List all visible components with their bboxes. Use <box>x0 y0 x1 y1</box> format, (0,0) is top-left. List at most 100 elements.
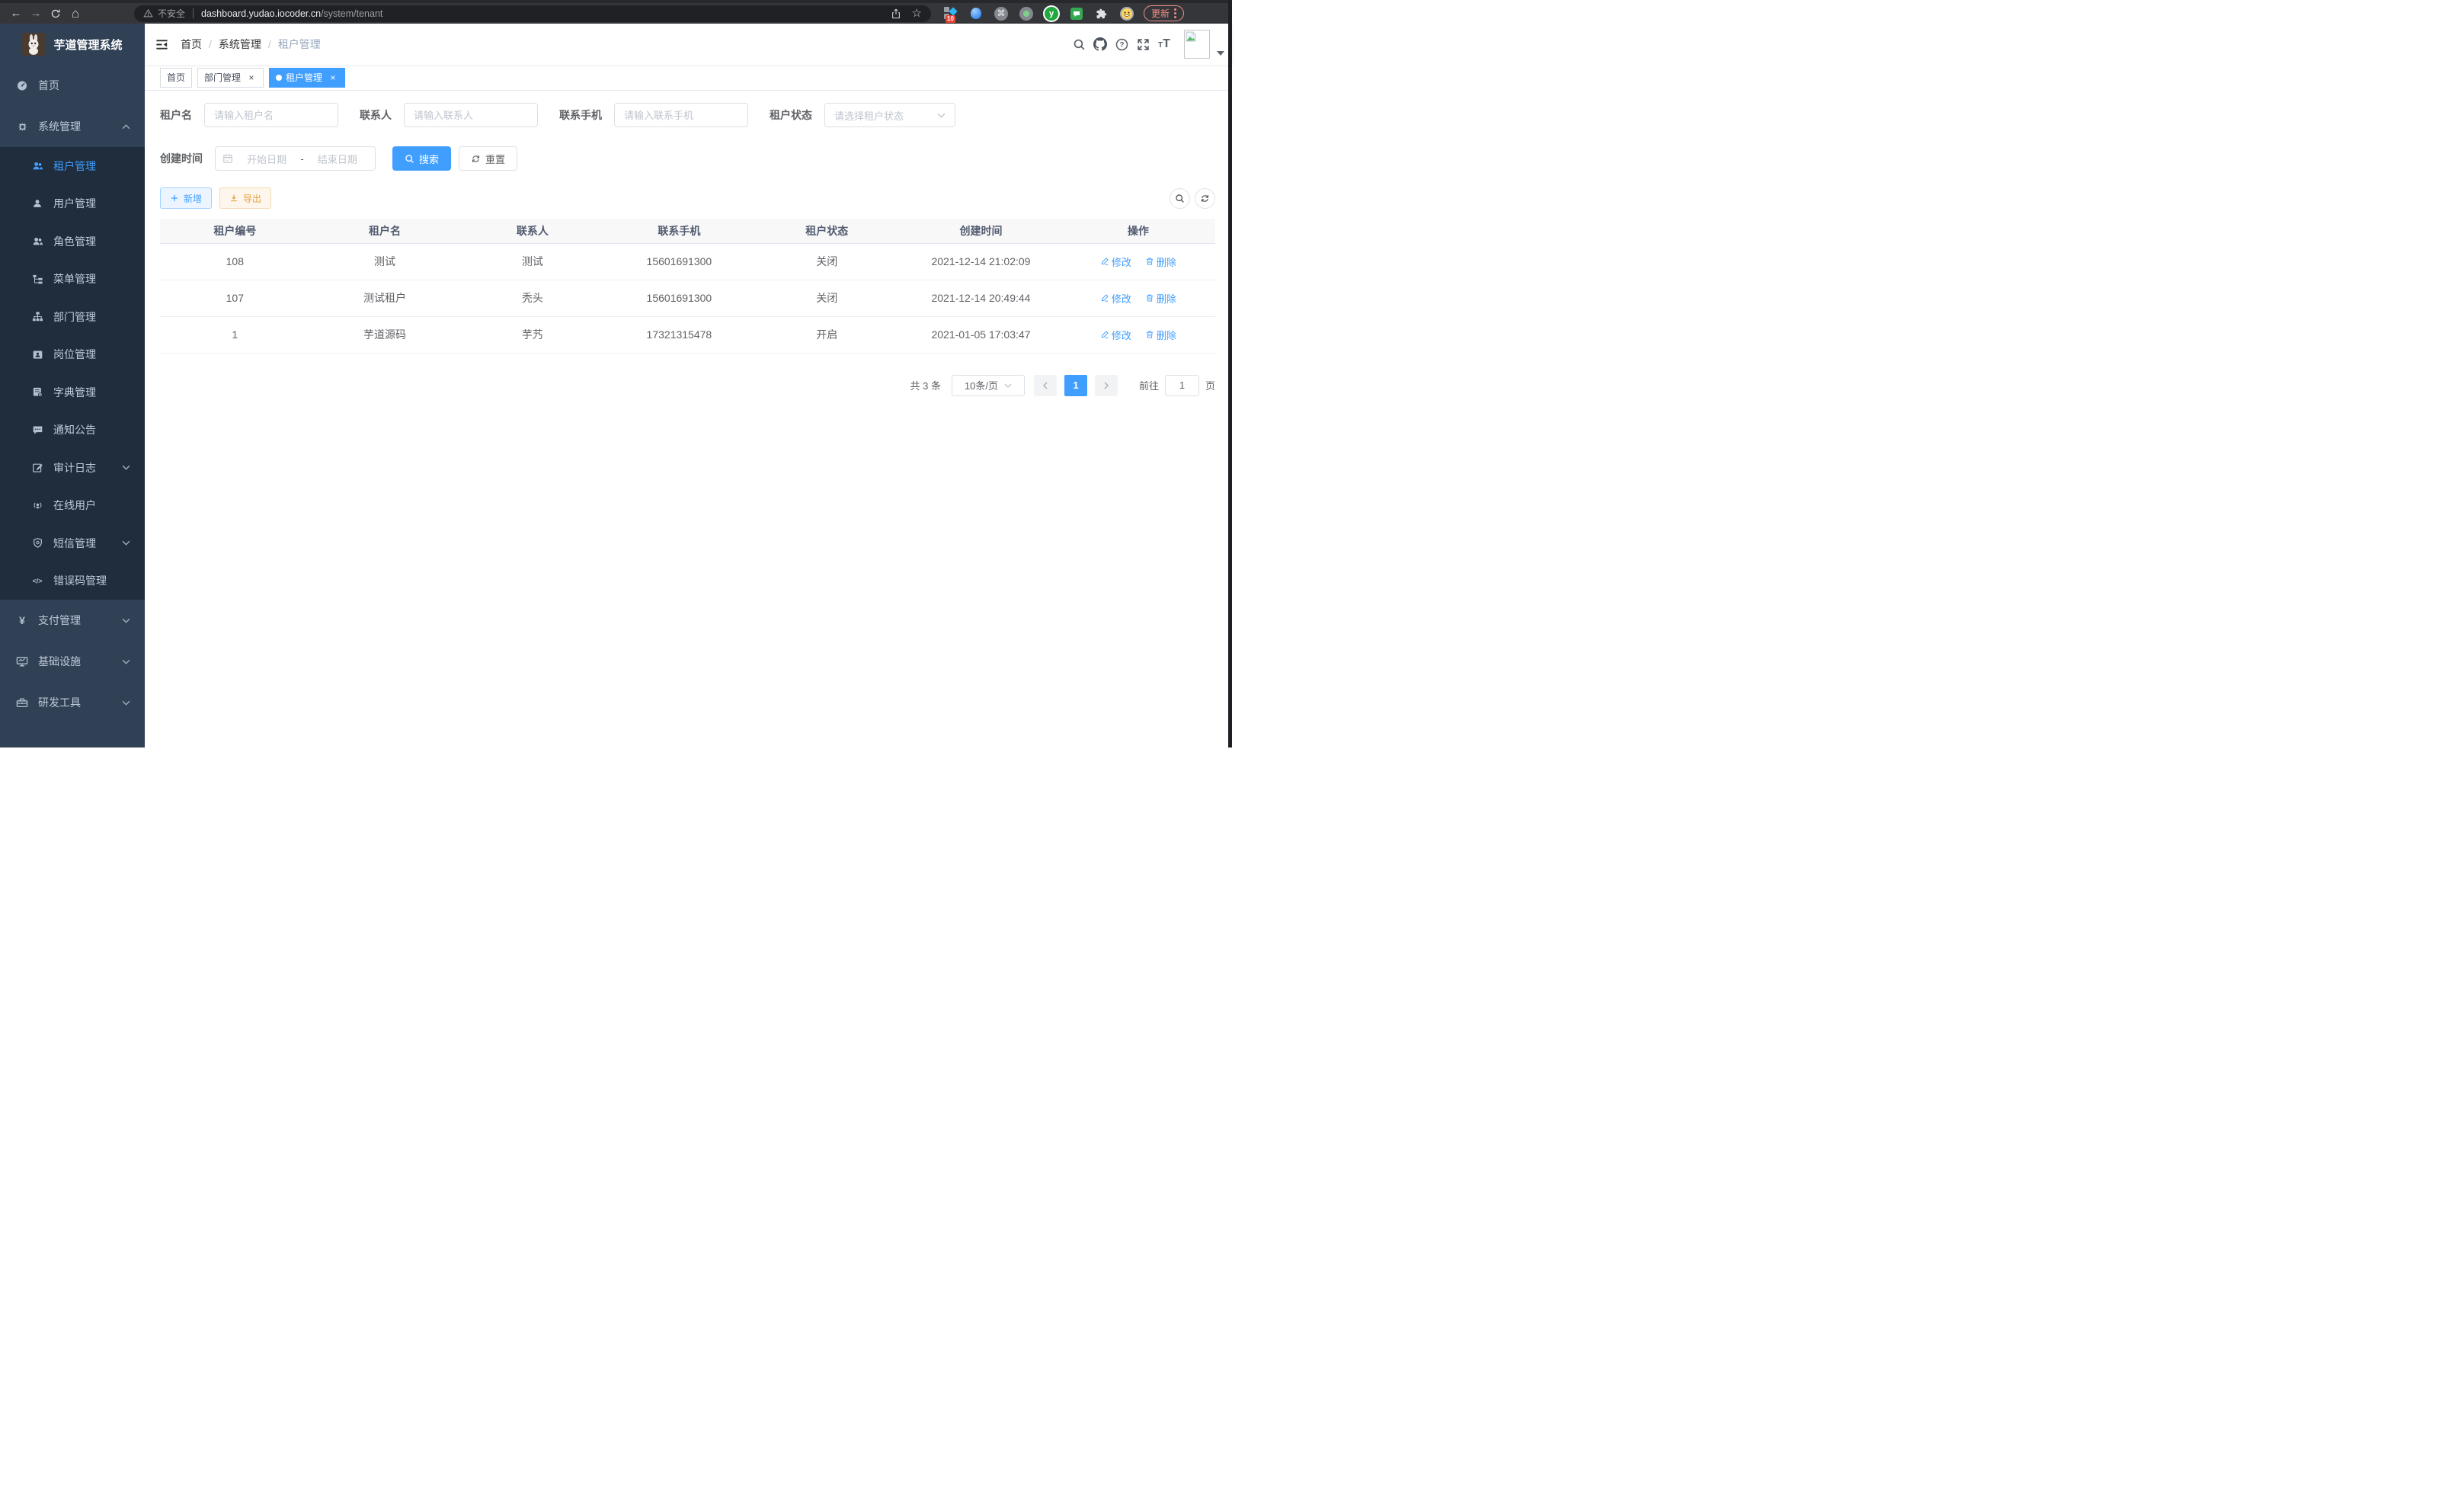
sidebar-item-tenant[interactable]: 租户管理 <box>0 147 145 185</box>
chevron-down-icon <box>937 113 946 118</box>
edit-button[interactable]: 修改 <box>1100 291 1131 306</box>
command-extension-icon[interactable]: ⌘ <box>994 6 1009 21</box>
edit-button[interactable]: 修改 <box>1100 328 1131 342</box>
sidebar-item-system[interactable]: 系统管理 <box>0 106 145 147</box>
security-warning-icon <box>143 8 153 18</box>
goto-page-input[interactable] <box>1165 375 1199 396</box>
tab-tenant[interactable]: 租户管理 × <box>269 68 345 88</box>
breadcrumb-home[interactable]: 首页 <box>181 37 202 52</box>
delete-button[interactable]: 删除 <box>1145 328 1176 342</box>
sms-shield-icon <box>31 537 43 549</box>
gear-icon <box>16 120 28 133</box>
tab-home[interactable]: 首页 <box>160 68 192 88</box>
contact-input[interactable] <box>404 103 538 127</box>
avatar[interactable] <box>1184 30 1210 59</box>
security-label[interactable]: 不安全 <box>158 7 185 20</box>
app-logo[interactable]: 芋道管理系统 <box>0 24 145 65</box>
search-icon <box>405 154 414 164</box>
create-time-range-picker[interactable]: 开始日期 - 结束日期 <box>215 146 376 171</box>
page-size-select[interactable]: 10条/页 <box>952 375 1025 396</box>
status-select[interactable]: 请选择租户状态 <box>824 103 955 127</box>
pagination-total: 共 3 条 <box>910 378 941 392</box>
browser-home-icon[interactable]: ⌂ <box>66 5 85 23</box>
tab-dept[interactable]: 部门管理 × <box>197 68 264 88</box>
chevron-down-icon <box>122 618 130 623</box>
sidebar-item-sms[interactable]: 短信管理 <box>0 524 145 562</box>
export-button[interactable]: 导出 <box>219 187 271 209</box>
reset-button[interactable]: 重置 <box>459 146 517 171</box>
sidebar-item-menu[interactable]: 菜单管理 <box>0 261 145 299</box>
user-icon <box>31 197 43 210</box>
breadcrumb-system[interactable]: 系统管理 <box>219 37 261 52</box>
help-icon[interactable] <box>1111 24 1132 65</box>
breadcrumb-current: 租户管理 <box>278 37 321 52</box>
edit-button[interactable]: 修改 <box>1100 255 1131 269</box>
sidebar-item-role[interactable]: 角色管理 <box>0 222 145 261</box>
close-icon[interactable]: × <box>328 72 338 83</box>
chat-extension-icon[interactable] <box>1069 6 1084 21</box>
browser-menu-kebab-icon[interactable] <box>1174 8 1176 18</box>
caret-down-icon[interactable] <box>1217 51 1224 56</box>
grid-diamond-extension-icon[interactable]: 10 <box>943 6 958 21</box>
browser-back-icon[interactable]: ← <box>6 5 26 23</box>
refresh-icon <box>471 154 481 164</box>
delete-button[interactable]: 删除 <box>1145 291 1176 306</box>
breadcrumb-separator: / <box>209 38 212 50</box>
start-date-placeholder[interactable]: 开始日期 <box>236 152 297 166</box>
sidebar-item-dict[interactable]: 字典管理 <box>0 373 145 411</box>
range-separator: - <box>300 153 303 165</box>
browser-toolbar: ← → ⌂ 不安全 dashboard.yudao.iocoder.cn/sys… <box>0 3 1232 24</box>
sidebar-item-dev-tools[interactable]: 研发工具 <box>0 682 145 723</box>
table-header-row: 租户编号 租户名 联系人 联系手机 租户状态 创建时间 操作 <box>160 219 1215 243</box>
close-icon[interactable]: × <box>246 72 257 83</box>
search-icon[interactable] <box>1068 24 1090 65</box>
prev-page-button[interactable] <box>1034 375 1057 396</box>
github-icon[interactable] <box>1090 24 1111 65</box>
font-size-icon[interactable]: TT <box>1154 24 1175 65</box>
share-icon[interactable] <box>891 8 901 19</box>
sidebar-item-pay[interactable]: 支付管理 <box>0 600 145 641</box>
sidebar-item-infra[interactable]: 基础设施 <box>0 641 145 682</box>
extensions-puzzle-icon[interactable] <box>1094 6 1109 21</box>
sidebar-item-online-user[interactable]: 在线用户 <box>0 487 145 525</box>
sidebar-toggle-icon[interactable] <box>155 37 169 52</box>
sidebar-item-notice[interactable]: 通知公告 <box>0 411 145 450</box>
chevron-up-icon <box>122 124 130 130</box>
broken-image-icon <box>1186 31 1196 42</box>
emoji-smiley-extension-icon[interactable] <box>1119 6 1134 21</box>
navbar-actions: TT <box>1068 24 1232 65</box>
page-number-current[interactable]: 1 <box>1064 375 1087 396</box>
browser-forward-icon[interactable]: → <box>26 5 46 23</box>
tenant-name-input[interactable] <box>204 103 338 127</box>
balloon-extension-icon[interactable] <box>968 6 984 21</box>
sidebar-item-post[interactable]: 岗位管理 <box>0 336 145 374</box>
online-user-icon <box>31 499 43 511</box>
show-search-toggle-button[interactable] <box>1170 188 1190 209</box>
table-row: 107 测试租户 秃头 15601691300 关闭 2021-12-14 20… <box>160 280 1215 316</box>
end-date-placeholder[interactable]: 结束日期 <box>307 152 368 166</box>
browser-reload-icon[interactable] <box>46 5 66 23</box>
sidebar-item-home[interactable]: 首页 <box>0 65 145 106</box>
delete-button[interactable]: 删除 <box>1145 255 1176 269</box>
chevron-down-icon <box>1004 383 1012 388</box>
yudao-logo-extension-icon[interactable]: y <box>1044 6 1059 21</box>
org-chart-icon <box>31 311 43 323</box>
fullscreen-icon[interactable] <box>1132 24 1154 65</box>
announcement-icon <box>31 424 43 436</box>
sidebar-item-error-code[interactable]: 错误码管理 <box>0 562 145 600</box>
bookmark-star-icon[interactable]: ☆ <box>912 8 922 19</box>
add-button[interactable]: 新增 <box>160 187 212 209</box>
refresh-icon <box>1200 194 1210 203</box>
contact-label: 联系人 <box>360 107 392 123</box>
refresh-table-button[interactable] <box>1195 188 1215 209</box>
mobile-input[interactable] <box>614 103 748 127</box>
address-bar[interactable]: 不安全 dashboard.yudao.iocoder.cn/system/te… <box>134 5 931 22</box>
sidebar-item-dept[interactable]: 部门管理 <box>0 298 145 336</box>
recorder-dot-extension-icon[interactable] <box>1019 6 1034 21</box>
browser-update-button[interactable]: 更新 <box>1144 5 1184 21</box>
url-divider <box>193 8 194 18</box>
next-page-button[interactable] <box>1095 375 1118 396</box>
sidebar-item-user[interactable]: 用户管理 <box>0 185 145 223</box>
search-button[interactable]: 搜索 <box>392 146 451 171</box>
sidebar-item-audit-log[interactable]: 审计日志 <box>0 449 145 487</box>
